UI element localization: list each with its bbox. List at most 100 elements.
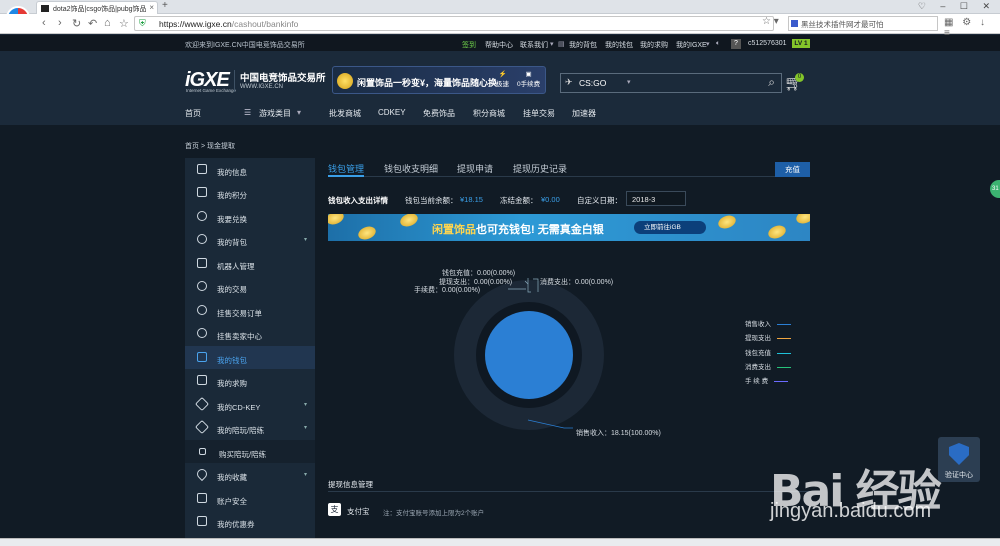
alipay-label[interactable]: 支付宝 [347,506,370,517]
tab-close-icon[interactable]: × [149,3,154,12]
url-host: https://www.igxe.cn [159,19,232,29]
companion-icon [194,419,210,435]
header-banner-text: 闲置饰品一秒变¥，海量饰品随心换 [357,78,498,88]
verify-center-button[interactable]: 验证中心 [938,437,980,482]
withdraw-info-title: 提现信息管理 [328,480,373,489]
browser-search-box[interactable]: 黑丝技术插件网才最可怕 [788,16,938,31]
speaker-icon[interactable]: 🔈︎ [716,40,720,48]
sidebar-item-buy-companion[interactable]: 购买陪玩/陪练 [185,440,315,463]
game-select[interactable]: CS:GO [579,78,606,88]
sidebar-item-robot[interactable]: 机器人管理 [185,252,315,275]
bookmark-icon[interactable]: ☆ [119,17,129,30]
trade-icon [197,281,207,291]
date-label: 自定义日期： [577,196,622,205]
brand-subtitle: Internet Game Exchange [186,88,237,93]
nav-listing-trade[interactable]: 挂单交易 [523,108,555,119]
reload-icon[interactable]: ↻ [72,17,81,30]
top-link-my-igxe[interactable]: 我的IGXE [676,40,707,50]
header-banner[interactable]: 闲置饰品一秒变¥，海量饰品随心换 ⚡ 极速 ▣ 0手续费 [332,66,546,94]
sidebar-item-companion[interactable]: 我的陪玩/陪练 ▾ [185,416,315,439]
legend-withdraw: 提现支出 [745,332,791,342]
sidebar-item-favorites[interactable]: 我的收藏 ▾ [185,463,315,486]
browser-status-bar [0,538,1000,546]
sidebar-item-security[interactable]: 账户安全 [185,487,315,510]
chevron-down-icon: ▾ [303,472,307,478]
sidebar-item-points[interactable]: 我的积分 [185,181,315,204]
shield-check-icon [949,443,969,465]
sidebar-item-purchase[interactable]: 我的求购 [185,369,315,392]
nav-wholesale[interactable]: 批发商城 [329,108,361,119]
date-input[interactable]: 2018-3 [626,191,686,206]
balance-label: 钱包当前余额： [405,196,458,205]
nav-home[interactable]: 首页 [185,108,201,119]
coin-icon [398,214,420,229]
tab-favicon-icon [41,5,49,12]
chevron-down-icon: ▾ [550,41,554,48]
help-icon[interactable]: ? [731,39,741,49]
top-link-help[interactable]: 帮助中心 [485,40,513,50]
search-icon[interactable]: ⌕ [768,75,775,90]
sidebar-item-coupons[interactable]: 我的优惠券 [185,510,315,533]
promo-go-button[interactable]: 立即前往iGB [634,221,706,234]
tab-title: dota2饰品|csgo饰品|pubg饰品 [53,6,147,13]
brand-url: WWW.IGXE.CN [240,84,283,90]
star-icon[interactable]: ☆ ▾ [762,16,779,27]
welcome-text: 欢迎来到IGXE.CN中国电竞饰品交易所 [185,42,305,49]
points-icon [197,187,207,197]
username[interactable]: c512576301 [748,40,787,47]
top-link-contact[interactable]: 联系我们 [520,40,548,50]
recharge-button[interactable]: 充值 [775,162,810,177]
legend-swatch [777,337,791,340]
top-link-checkin[interactable]: 签到 [462,40,476,50]
exchange-icon [197,211,207,221]
tab-withdraw-apply[interactable]: 提现申请 [457,162,493,175]
chevron-down-icon: ▾ [297,108,302,117]
nav-accelerator[interactable]: 加速器 [572,108,596,119]
legend-sales: 销售收入 [745,318,791,328]
tab-wallet-manage[interactable]: 钱包管理 [328,162,364,175]
brand-divider [234,70,235,92]
legend-swatch [777,366,791,369]
chevron-down-icon: ▾ [303,237,307,243]
secure-shield-icon: ⛨ [139,18,146,28]
undo-icon[interactable]: ↶ [88,17,97,30]
sidebar-item-info[interactable]: 我的信息 [185,158,315,181]
top-link-wallet[interactable]: 我的钱包 [605,40,633,50]
tab-wallet-details[interactable]: 钱包收支明细 [384,162,438,175]
tab-active-indicator [328,175,364,177]
sidebar-item-trade[interactable]: 我的交易 [185,275,315,298]
coin-icon [716,214,738,231]
game-search-bar[interactable]: ✈ CS:GO ▾ ⌕ [560,73,782,93]
nav-free-items[interactable]: 免费饰品 [423,108,455,119]
fee-icon: ▣ 0手续费 [517,71,541,88]
top-link-backpack[interactable]: 我的背包 [569,40,597,50]
browser-tab[interactable]: dota2饰品|csgo饰品|pubg饰品 × [36,1,158,14]
nav-game-category[interactable]: 游戏类目 [259,108,291,119]
home-icon[interactable]: ⌂ [104,17,111,29]
cart-icon [199,448,206,455]
url-path: /cashout/bankinfo [231,19,299,29]
sidebar-item-seller-center[interactable]: 挂售卖家中心 [185,322,315,345]
sidebar-item-wallet[interactable]: 我的钱包 [185,346,315,369]
forward-icon[interactable]: › [58,17,62,29]
cart-count: 0 [795,73,804,82]
coupon-icon [197,516,207,526]
address-bar[interactable]: ⛨ https://www.igxe.cn/cashout/bankinfo [134,16,774,31]
tab-withdraw-history[interactable]: 提现历史记录 [513,162,567,175]
top-link-purchase[interactable]: 我的求购 [640,40,668,50]
new-tab-icon[interactable]: + [162,0,168,11]
sidebar-item-exchange[interactable]: 我要兑换 [185,205,315,228]
breadcrumb: 首页 > 现金提取 [185,143,235,150]
sidebar-item-cdkey[interactable]: 我的CD-KEY ▾ [185,393,315,416]
nav-cdkey[interactable]: CDKEY [378,108,406,117]
back-icon[interactable]: ‹ [42,17,46,29]
nav-points-mall[interactable]: 积分商城 [473,108,505,119]
sidebar-item-backpack[interactable]: 我的背包 ▾ [185,228,315,251]
pie-label-fee: 手续费：0.00(0.00%) [414,287,481,294]
promo-banner[interactable]: 闲置饰品也可充钱包! 无需真金白银 立即前往iGB [328,214,810,241]
legend-swatch [777,352,791,355]
coin-icon [328,214,346,227]
alipay-icon: 支 [328,503,341,516]
window-controls[interactable]: ♡ – ☐ ✕ [918,1,996,12]
sidebar-item-listing-orders[interactable]: 挂售交易订单 [185,299,315,322]
